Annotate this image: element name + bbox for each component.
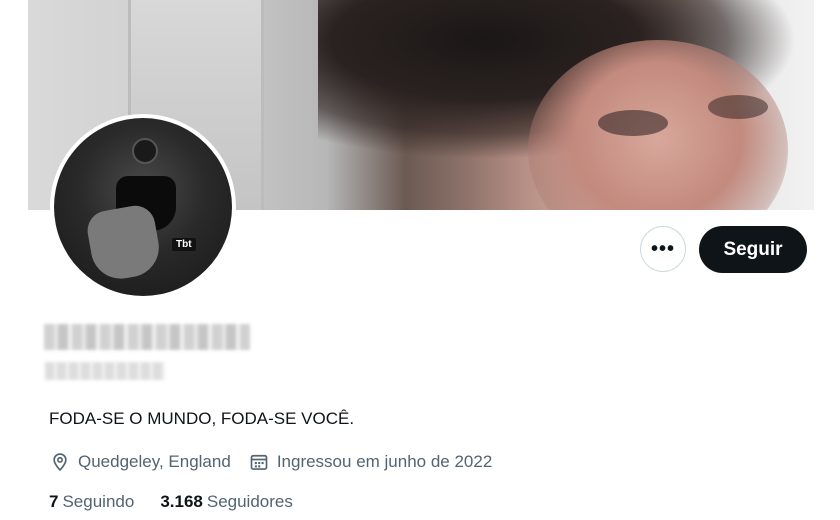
avatar-skull-mark: [132, 138, 158, 164]
display-name-redacted: [44, 324, 250, 350]
profile-stats: 7 Seguindo 3.168 Seguidores: [49, 492, 319, 512]
profile-bio: FODA-SE O MUNDO, FODA-SE VOCÊ.: [49, 409, 355, 428]
joined-text: Ingressou em junho de 2022: [276, 452, 493, 471]
profile-avatar[interactable]: Tbt: [50, 114, 236, 300]
username-redacted: [45, 362, 165, 380]
followers-count: 3.168: [160, 492, 203, 511]
following-link[interactable]: 7 Seguindo: [49, 492, 134, 512]
avatar-badge: Tbt: [172, 238, 196, 251]
page-margin-right: [814, 0, 840, 520]
following-count: 7: [49, 492, 59, 511]
profile-meta: Quedgeley, England Ingressou em junho de…: [50, 452, 510, 472]
followers-label: Seguidores: [206, 492, 293, 511]
location-pin-icon: [53, 453, 67, 472]
avatar-hand: [84, 202, 164, 284]
avatar-image: Tbt: [54, 118, 232, 296]
profile-joined: Ingressou em junho de 2022: [249, 452, 493, 472]
more-options-button[interactable]: •••: [640, 226, 686, 272]
profile-location: Quedgeley, England: [50, 452, 231, 472]
followers-link[interactable]: 3.168 Seguidores: [160, 492, 293, 512]
follow-button-label: Seguir: [723, 238, 783, 260]
banner-eye: [598, 110, 668, 136]
following-label: Seguindo: [62, 492, 135, 511]
more-options-icon: •••: [650, 237, 675, 260]
page-margin-left: [0, 0, 28, 520]
location-text: Quedgeley, England: [78, 452, 231, 471]
calendar-icon: [250, 454, 268, 470]
follow-button[interactable]: Seguir: [699, 226, 807, 273]
banner-eye: [708, 95, 768, 119]
